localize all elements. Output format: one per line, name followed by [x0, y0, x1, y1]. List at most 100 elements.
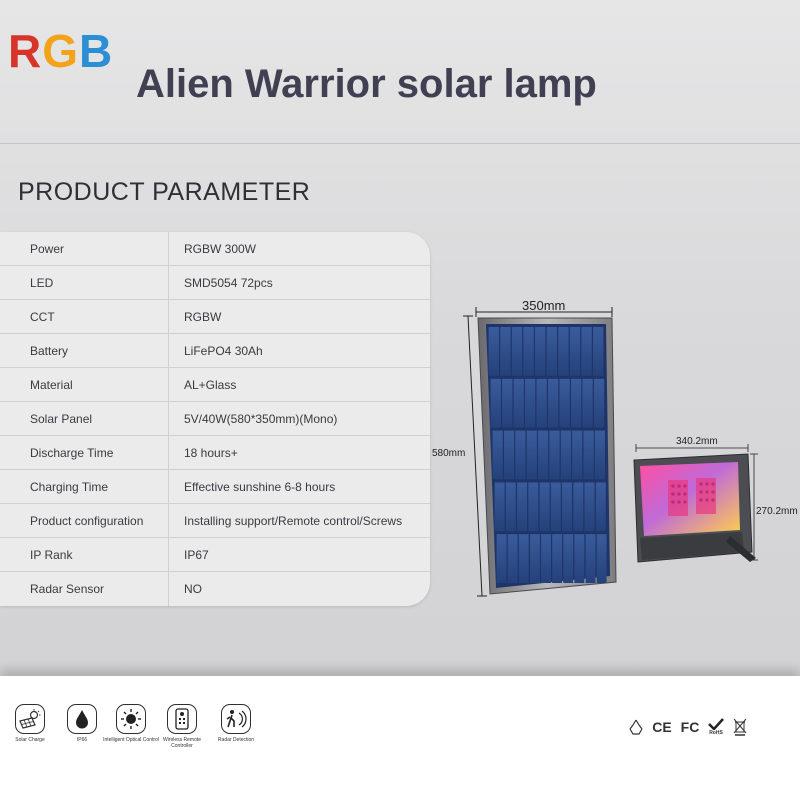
feature-solar-charge: Solar Charge	[0, 704, 60, 743]
parameter-value: SMD5054 72pcs	[184, 275, 273, 290]
parameter-name: Battery	[30, 343, 69, 358]
parameter-name: IP Rank	[30, 547, 73, 562]
parameter-row: Power RGBW 300W	[0, 232, 430, 266]
panel-width-label: 350mm	[522, 298, 566, 313]
rohs-mark: RoHS	[705, 716, 727, 738]
parameter-row: Discharge Time 18 hours+	[0, 436, 430, 470]
parameter-value: Installing support/Remote control/Screws	[184, 513, 403, 528]
solar-cell	[546, 327, 557, 376]
solar-cell	[558, 327, 569, 376]
solar-cell	[502, 378, 513, 428]
solar-cell	[507, 534, 518, 583]
solar-cell	[562, 482, 572, 532]
solar-cell	[500, 327, 511, 376]
solar-cell	[492, 430, 503, 480]
solar-cell	[550, 482, 561, 532]
solar-cell	[525, 378, 536, 428]
logo-letter-g: G	[42, 25, 80, 77]
solar-cell	[515, 430, 526, 480]
product-illustration: 350mm 580mm 340.2mm 270.2mm	[430, 290, 800, 610]
solar-cell	[538, 430, 549, 480]
solar-cell	[569, 327, 581, 376]
solar-cell	[583, 430, 594, 480]
parameter-value: RGBW	[184, 309, 222, 324]
solar-cell	[549, 430, 560, 480]
column-divider	[168, 572, 169, 606]
solar-cell	[511, 327, 523, 376]
parameter-name: Product configuration	[30, 513, 144, 528]
solar-cell	[585, 534, 596, 583]
feature-radar-detection: Radar Detection	[206, 704, 266, 743]
logo-letter-r: R	[8, 25, 43, 77]
parameter-row: LED SMD5054 72pcs	[0, 266, 430, 300]
solar-cell	[504, 430, 515, 480]
solar-cell	[526, 430, 537, 480]
weee-bin-icon	[731, 716, 749, 738]
solar-cell	[563, 534, 574, 583]
column-divider	[168, 402, 169, 435]
rgb-logo: RGB	[8, 24, 113, 78]
solar-cell	[536, 378, 547, 428]
section-title: PRODUCT PARAMETER	[18, 178, 311, 206]
parameter-row: Charging Time Effective sunshine 6-8 hour…	[0, 470, 430, 504]
parameter-name: Charging Time	[30, 479, 109, 494]
parameter-value: NO	[184, 582, 202, 596]
product-drawing	[463, 307, 758, 597]
radar-detection-icon	[221, 704, 251, 734]
solar-cell	[541, 534, 551, 583]
solar-cell	[552, 534, 563, 583]
column-divider	[168, 334, 169, 367]
remote-controller-icon	[167, 704, 197, 734]
solar-panel	[477, 317, 617, 595]
logo-letter-b: B	[79, 25, 114, 77]
parameter-value: LiFePO4 30Ah	[184, 343, 263, 358]
feature-label: Wireless Remote Controller	[162, 737, 202, 749]
solar-cell	[573, 482, 584, 532]
solar-cell	[539, 482, 550, 532]
parameter-name: Material	[30, 377, 73, 392]
feature-remote-controller: Wireless Remote Controller	[152, 704, 212, 749]
solar-cell	[494, 482, 505, 532]
parameter-value: RGBW 300W	[184, 241, 257, 256]
feature-label: Solar Charge	[15, 737, 45, 743]
column-divider	[168, 504, 169, 537]
solar-cell	[560, 430, 571, 480]
page-title: Alien Warrior solar lamp	[136, 62, 597, 106]
solar-cell	[523, 327, 534, 376]
parameter-row: Solar Panel 5V/40W(580*350mm)(Mono)	[0, 402, 430, 436]
solar-cell	[582, 378, 593, 428]
parameter-row: Battery LiFePO4 30Ah	[0, 334, 430, 368]
header: RGB Alien Warrior solar lamp	[0, 0, 800, 144]
solar-cell	[571, 378, 582, 428]
solar-cell	[528, 482, 539, 532]
ce-mark: CE	[652, 719, 672, 735]
solar-cell	[518, 534, 529, 583]
parameter-row: Radar Sensor NO	[0, 572, 430, 606]
feature-label: Radar Detection	[217, 737, 255, 743]
solar-cell	[594, 430, 605, 480]
rohs-label: RoHS	[709, 730, 723, 736]
solar-cell	[595, 482, 606, 532]
parameter-value: Effective sunshine 6-8 hours	[184, 479, 336, 494]
solar-cell	[584, 482, 595, 532]
column-divider	[168, 266, 169, 299]
solar-cell	[505, 482, 516, 532]
solar-cell	[596, 534, 607, 583]
lamp-height-label: 270.2mm	[756, 506, 798, 517]
parameter-row: IP Rank IP67	[0, 538, 430, 572]
solar-cell	[593, 378, 605, 428]
parameter-value: AL+Glass	[184, 377, 237, 392]
panel-height-label: 580mm	[432, 448, 466, 459]
parameter-name: LED	[30, 275, 54, 290]
parameter-table: Power RGBW 300W LED SMD5054 72pcs CCT RGBW Bat…	[0, 232, 430, 606]
recycle-icon	[626, 716, 646, 738]
column-divider	[168, 232, 169, 265]
optical-control-icon	[116, 704, 146, 734]
floodlight-lamp	[633, 453, 756, 563]
header-divider	[0, 143, 800, 144]
fc-mark: FC	[680, 719, 700, 735]
column-divider	[168, 470, 169, 503]
parameter-row: Material AL+Glass	[0, 368, 430, 402]
solar-cell	[574, 534, 585, 583]
parameter-row: CCT RGBW	[0, 300, 430, 334]
